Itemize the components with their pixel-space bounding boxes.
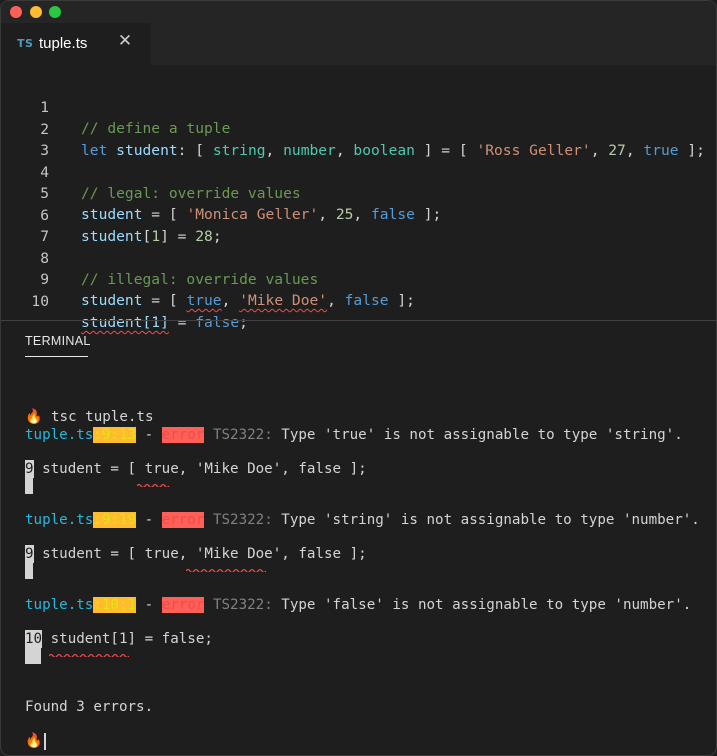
error-underline: [49, 653, 129, 657]
error-message: Type 'true' is not assignable to type 's…: [272, 427, 683, 443]
active-tab-indicator: [25, 356, 88, 357]
code-line-6: 6 student[1] = 28;: [1, 184, 716, 245]
line-number: 10: [31, 293, 49, 310]
punctuation: ,: [221, 292, 240, 309]
editor-window: TS tuple.ts ✕ 1 // define a tuple 2 let …: [0, 0, 717, 756]
code-line-8: 8 // illegal: override values: [1, 227, 716, 288]
error-squiggle-token[interactable]: true: [186, 292, 221, 309]
code-line-7: 7: [1, 205, 716, 245]
source-line-number: 10: [25, 630, 43, 648]
error-message: Type 'string' is not assignable to type …: [272, 512, 700, 528]
error-summary: Found 3 errors.: [25, 699, 154, 715]
error-file[interactable]: tuple.ts: [25, 512, 93, 528]
punctuation: ];: [388, 292, 415, 309]
tab-label: tuple.ts: [39, 35, 88, 52]
error-header: tuple.ts:10:1 - error TS2322: Type 'fals…: [25, 596, 691, 614]
error-header: tuple.ts:9:13 - error TS2322: Type 'true…: [25, 426, 683, 444]
close-tab-icon[interactable]: ✕: [115, 31, 135, 51]
error-level: error: [161, 427, 205, 443]
boolean: false: [344, 292, 389, 309]
typescript-file-icon: TS: [17, 37, 34, 50]
error-source: student = [ true, 'Mike Doe', false ];: [42, 546, 367, 562]
terminal-command-line: 🔥 tsc tuple.ts: [25, 408, 153, 426]
code-editor[interactable]: 1 // define a tuple 2 let student: [ str…: [1, 65, 716, 331]
code-line-1: 1 // define a tuple: [1, 76, 716, 137]
punctuation: ;: [239, 314, 248, 331]
punctuation: = [: [142, 292, 187, 309]
error-source-line: 9 student = [ true, 'Mike Doe', false ];: [25, 545, 367, 563]
error-source-line: 10 student[1] = false;: [25, 630, 213, 648]
punctuation: ,: [327, 292, 345, 309]
terminal-command: tsc tuple.ts: [50, 409, 154, 425]
tab-terminal[interactable]: TERMINAL: [25, 334, 91, 348]
zoom-window-button[interactable]: [49, 6, 61, 18]
error-file[interactable]: tuple.ts: [25, 597, 93, 613]
title-bar: TS tuple.ts ✕: [1, 1, 716, 65]
fire-prompt-icon: 🔥: [25, 733, 43, 749]
error-location: :9:19: [93, 512, 137, 528]
error-source: student[1] = false;: [50, 631, 213, 647]
error-file[interactable]: tuple.ts: [25, 427, 93, 443]
source-line-number: 9: [25, 460, 34, 478]
fire-prompt-icon: 🔥: [25, 409, 43, 425]
error-message: Type 'false' is not assignable to type '…: [272, 597, 692, 613]
error-level: error: [161, 597, 205, 613]
code-line-9: 9 student = [ true, 'Mike Doe', false ];: [1, 248, 716, 309]
separator: -: [136, 597, 162, 613]
error-source-line: 9 student = [ true, 'Mike Doe', false ];: [25, 460, 367, 478]
error-header: tuple.ts:9:19 - error TS2322: Type 'stri…: [25, 511, 700, 529]
error-underline: [137, 483, 170, 487]
code-line-4: 4 // legal: override values: [1, 141, 716, 202]
panel-divider[interactable]: [1, 320, 716, 321]
variable: student: [81, 292, 143, 309]
separator: -: [136, 512, 162, 528]
error-squiggle-token[interactable]: 'Mike Doe': [239, 292, 327, 309]
error-code: TS2322:: [212, 427, 273, 443]
terminal-prompt[interactable]: 🔥: [25, 732, 46, 750]
boolean: false: [195, 314, 240, 331]
code-line-5: 5 student = [ 'Monica Geller', 25, false…: [1, 162, 716, 223]
terminal-cursor: [44, 732, 46, 750]
code-line-2: 2 let student: [ string, number, boolean…: [1, 98, 716, 159]
error-underline: [186, 568, 266, 572]
source-line-number: 9: [25, 545, 34, 563]
error-squiggle-token[interactable]: student[1]: [81, 314, 169, 331]
punctuation: =: [168, 314, 196, 331]
tab-tuple-ts[interactable]: TS tuple.ts ✕: [1, 23, 151, 65]
separator: -: [136, 427, 162, 443]
error-source: student = [ true, 'Mike Doe', false ];: [42, 461, 367, 477]
error-location: :9:13: [93, 427, 137, 443]
code-line-3: 3: [1, 119, 716, 159]
error-code: TS2322:: [212, 512, 273, 528]
code-line-10: 10 student[1] = false;: [1, 270, 716, 331]
error-level: error: [161, 512, 205, 528]
error-code: TS2322:: [212, 597, 273, 613]
minimize-window-button[interactable]: [30, 6, 42, 18]
error-location: :10:1: [93, 597, 137, 613]
close-window-button[interactable]: [10, 6, 22, 18]
